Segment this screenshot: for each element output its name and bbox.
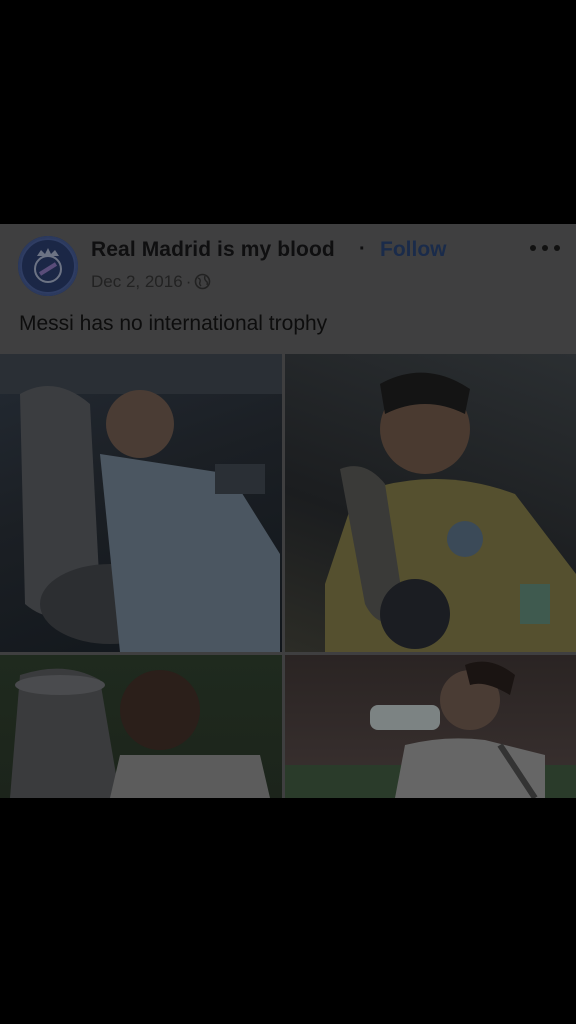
post-meta: Dec 2, 2016 · — [91, 272, 211, 295]
name-follow-separator: · — [359, 238, 366, 260]
real-madrid-crest-icon — [20, 238, 76, 294]
meta-separator: · — [185, 272, 192, 291]
photo-grid — [0, 354, 576, 798]
follow-button[interactable]: Follow — [380, 238, 447, 262]
post-text: Messi has no international trophy — [19, 312, 328, 335]
top-letterbox — [0, 0, 576, 224]
photo-player-drinking-water-bottle[interactable] — [285, 655, 576, 798]
photo-player-kissing-euro-trophy[interactable] — [0, 655, 282, 798]
photo-player-kissing-copa-america-trophy[interactable] — [0, 354, 282, 652]
page-avatar[interactable] — [18, 236, 78, 296]
facebook-post: Real Madrid is my blood · Follow Dec 2, … — [0, 224, 576, 798]
post-header: Real Madrid is my blood · Follow Dec 2, … — [0, 224, 576, 354]
post-date[interactable]: Dec 2, 2016 — [91, 272, 183, 291]
more-options-icon[interactable] — [527, 240, 563, 256]
photo-player-kissing-confederations-cup-trophy[interactable] — [285, 354, 576, 652]
bottom-letterbox — [0, 798, 576, 1024]
page-name-link[interactable]: Real Madrid is my blood — [91, 238, 335, 262]
globe-icon — [194, 273, 211, 295]
